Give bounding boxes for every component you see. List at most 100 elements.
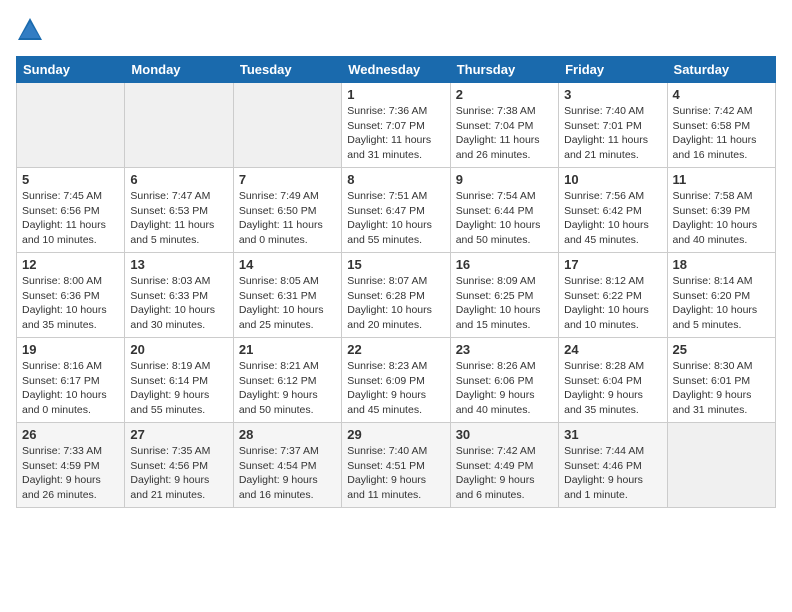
day-number: 29 [347,427,444,442]
calendar-cell [233,83,341,168]
calendar-cell: 8 Sunrise: 7:51 AM Sunset: 6:47 PM Daylig… [342,168,450,253]
day-number: 31 [564,427,661,442]
header-thursday: Thursday [450,57,558,83]
day-number: 13 [130,257,227,272]
day-number: 20 [130,342,227,357]
day-number: 1 [347,87,444,102]
day-number: 6 [130,172,227,187]
day-info: Sunrise: 7:36 AM Sunset: 7:07 PM Dayligh… [347,104,444,163]
header-wednesday: Wednesday [342,57,450,83]
calendar-cell: 3 Sunrise: 7:40 AM Sunset: 7:01 PM Daylig… [559,83,667,168]
calendar-cell: 16Sunrise: 8:09 AM Sunset: 6:25 PM Dayli… [450,253,558,338]
day-number: 30 [456,427,553,442]
day-info: Sunrise: 7:38 AM Sunset: 7:04 PM Dayligh… [456,104,553,163]
day-number: 10 [564,172,661,187]
day-number: 24 [564,342,661,357]
day-info: Sunrise: 7:33 AM Sunset: 4:59 PM Dayligh… [22,444,119,503]
day-info: Sunrise: 7:47 AM Sunset: 6:53 PM Dayligh… [130,189,227,248]
calendar-cell: 5 Sunrise: 7:45 AM Sunset: 6:56 PM Daylig… [17,168,125,253]
day-info: Sunrise: 8:12 AM Sunset: 6:22 PM Dayligh… [564,274,661,333]
day-number: 7 [239,172,336,187]
calendar-cell: 31 Sunrise: 7:44 AM Sunset: 4:46 PM Dayli… [559,423,667,508]
day-info: Sunrise: 8:05 AM Sunset: 6:31 PM Dayligh… [239,274,336,333]
day-number: 17 [564,257,661,272]
calendar-cell [125,83,233,168]
calendar-cell: 4 Sunrise: 7:42 AM Sunset: 6:58 PM Daylig… [667,83,775,168]
week-row-4: 19Sunrise: 8:16 AM Sunset: 6:17 PM Dayli… [17,338,776,423]
calendar-cell: 28Sunrise: 7:37 AM Sunset: 4:54 PM Dayli… [233,423,341,508]
calendar-cell: 7 Sunrise: 7:49 AM Sunset: 6:50 PM Daylig… [233,168,341,253]
calendar-cell: 18 Sunrise: 8:14 AM Sunset: 6:20 PM Dayli… [667,253,775,338]
day-info: Sunrise: 8:30 AM Sunset: 6:01 PM Dayligh… [673,359,770,418]
day-info: Sunrise: 7:42 AM Sunset: 6:58 PM Dayligh… [673,104,770,163]
day-info: Sunrise: 8:28 AM Sunset: 6:04 PM Dayligh… [564,359,661,418]
week-row-5: 26Sunrise: 7:33 AM Sunset: 4:59 PM Dayli… [17,423,776,508]
day-info: Sunrise: 7:45 AM Sunset: 6:56 PM Dayligh… [22,189,119,248]
header-friday: Friday [559,57,667,83]
day-info: Sunrise: 8:19 AM Sunset: 6:14 PM Dayligh… [130,359,227,418]
calendar-cell [17,83,125,168]
day-info: Sunrise: 7:35 AM Sunset: 4:56 PM Dayligh… [130,444,227,503]
calendar-cell: 12 Sunrise: 8:00 AM Sunset: 6:36 PM Dayli… [17,253,125,338]
calendar-cell: 14 Sunrise: 8:05 AM Sunset: 6:31 PM Dayli… [233,253,341,338]
day-number: 16 [456,257,553,272]
day-info: Sunrise: 7:44 AM Sunset: 4:46 PM Dayligh… [564,444,661,503]
header-monday: Monday [125,57,233,83]
day-number: 8 [347,172,444,187]
week-row-3: 12 Sunrise: 8:00 AM Sunset: 6:36 PM Dayli… [17,253,776,338]
day-info: Sunrise: 7:58 AM Sunset: 6:39 PM Dayligh… [673,189,770,248]
calendar-cell: 27 Sunrise: 7:35 AM Sunset: 4:56 PM Dayli… [125,423,233,508]
day-number: 2 [456,87,553,102]
day-info: Sunrise: 7:51 AM Sunset: 6:47 PM Dayligh… [347,189,444,248]
calendar-cell: 10Sunrise: 7:56 AM Sunset: 6:42 PM Dayli… [559,168,667,253]
day-number: 21 [239,342,336,357]
calendar-header-row: SundayMondayTuesdayWednesdayThursdayFrid… [17,57,776,83]
calendar-cell: 24 Sunrise: 8:28 AM Sunset: 6:04 PM Dayli… [559,338,667,423]
day-number: 4 [673,87,770,102]
day-number: 9 [456,172,553,187]
page-header [16,16,776,44]
day-number: 5 [22,172,119,187]
calendar-cell: 2 Sunrise: 7:38 AM Sunset: 7:04 PM Daylig… [450,83,558,168]
calendar-cell: 13 Sunrise: 8:03 AM Sunset: 6:33 PM Dayli… [125,253,233,338]
day-info: Sunrise: 8:00 AM Sunset: 6:36 PM Dayligh… [22,274,119,333]
day-info: Sunrise: 8:21 AM Sunset: 6:12 PM Dayligh… [239,359,336,418]
day-number: 23 [456,342,553,357]
day-number: 11 [673,172,770,187]
day-info: Sunrise: 8:23 AM Sunset: 6:09 PM Dayligh… [347,359,444,418]
calendar-cell: 11 Sunrise: 7:58 AM Sunset: 6:39 PM Dayli… [667,168,775,253]
calendar-cell [667,423,775,508]
day-number: 27 [130,427,227,442]
week-row-1: 1 Sunrise: 7:36 AM Sunset: 7:07 PM Daylig… [17,83,776,168]
day-info: Sunrise: 8:07 AM Sunset: 6:28 PM Dayligh… [347,274,444,333]
day-number: 19 [22,342,119,357]
day-info: Sunrise: 7:49 AM Sunset: 6:50 PM Dayligh… [239,189,336,248]
day-info: Sunrise: 7:42 AM Sunset: 4:49 PM Dayligh… [456,444,553,503]
day-info: Sunrise: 7:54 AM Sunset: 6:44 PM Dayligh… [456,189,553,248]
calendar-cell: 26Sunrise: 7:33 AM Sunset: 4:59 PM Dayli… [17,423,125,508]
calendar-cell: 23Sunrise: 8:26 AM Sunset: 6:06 PM Dayli… [450,338,558,423]
day-number: 22 [347,342,444,357]
day-info: Sunrise: 8:14 AM Sunset: 6:20 PM Dayligh… [673,274,770,333]
day-number: 15 [347,257,444,272]
calendar-cell: 17 Sunrise: 8:12 AM Sunset: 6:22 PM Dayli… [559,253,667,338]
calendar-cell: 19Sunrise: 8:16 AM Sunset: 6:17 PM Dayli… [17,338,125,423]
logo [16,16,48,44]
day-number: 18 [673,257,770,272]
calendar-cell: 22 Sunrise: 8:23 AM Sunset: 6:09 PM Dayli… [342,338,450,423]
calendar-cell: 29 Sunrise: 7:40 AM Sunset: 4:51 PM Dayli… [342,423,450,508]
day-number: 12 [22,257,119,272]
day-info: Sunrise: 7:40 AM Sunset: 7:01 PM Dayligh… [564,104,661,163]
calendar-cell: 21 Sunrise: 8:21 AM Sunset: 6:12 PM Dayli… [233,338,341,423]
day-number: 14 [239,257,336,272]
calendar-cell: 30 Sunrise: 7:42 AM Sunset: 4:49 PM Dayli… [450,423,558,508]
day-info: Sunrise: 8:03 AM Sunset: 6:33 PM Dayligh… [130,274,227,333]
day-info: Sunrise: 7:40 AM Sunset: 4:51 PM Dayligh… [347,444,444,503]
calendar-cell: 25Sunrise: 8:30 AM Sunset: 6:01 PM Dayli… [667,338,775,423]
logo-icon [16,16,44,44]
week-row-2: 5 Sunrise: 7:45 AM Sunset: 6:56 PM Daylig… [17,168,776,253]
header-saturday: Saturday [667,57,775,83]
day-number: 3 [564,87,661,102]
day-number: 28 [239,427,336,442]
calendar-table: SundayMondayTuesdayWednesdayThursdayFrid… [16,56,776,508]
